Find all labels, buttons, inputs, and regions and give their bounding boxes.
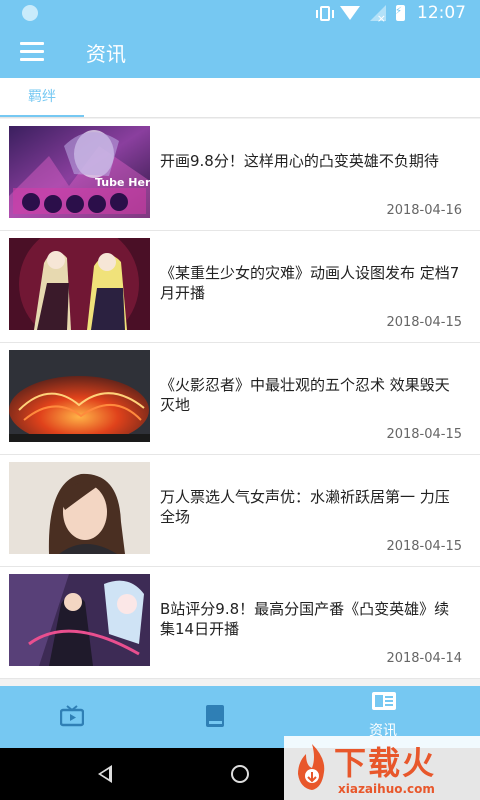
article-title: 《某重生少女的灾难》动画人设图发布 定档7月开播 <box>160 264 460 302</box>
tv-icon <box>60 705 84 727</box>
article-item[interactable]: 万人票选人气女声优：水濑祈跃居第一 力压全场 2018-04-15 <box>0 455 480 567</box>
nav-tv[interactable] <box>0 686 160 748</box>
article-thumbnail <box>9 350 150 442</box>
article-title: B站评分9.8！最高分国产番《凸变英雄》续集14日开播 <box>160 600 450 638</box>
article-date: 2018-04-16 <box>386 203 462 218</box>
status-bar: 12:07 <box>0 0 480 26</box>
article-list: Tube Hero 开画9.8分！这样用心的凸变英雄不负期待 2018-04-1… <box>0 119 480 686</box>
article-item[interactable]: Tube Hero 开画9.8分！这样用心的凸变英雄不负期待 2018-04-1… <box>0 119 480 231</box>
vibrate-icon <box>316 5 334 21</box>
news-icon <box>372 692 396 710</box>
status-time: 12:07 <box>417 3 466 23</box>
watermark-site: xiazaihuo.com <box>338 782 435 796</box>
article-title: 万人票选人气女声优：水濑祈跃居第一 力压全场 <box>160 488 450 526</box>
article-thumbnail: Tube Hero <box>9 126 150 218</box>
app-bar: 资讯 <box>0 26 480 78</box>
back-icon[interactable] <box>98 765 112 783</box>
battery-charging-icon <box>395 5 405 21</box>
cellular-signal-icon <box>370 5 386 25</box>
flame-logo-icon <box>298 744 325 790</box>
article-thumbnail <box>9 574 150 666</box>
article-item[interactable]: 《火影忍者》中最壮观的五个忍术 效果毁天灭地 2018-04-15 <box>0 343 480 455</box>
book-icon <box>206 705 224 727</box>
article-title: 开画9.8分！这样用心的凸变英雄不负期待 <box>160 152 439 170</box>
wifi-icon <box>340 6 360 20</box>
nav-book[interactable] <box>137 686 297 748</box>
article-date: 2018-04-14 <box>386 651 462 666</box>
page-title: 资讯 <box>86 42 126 66</box>
article-item[interactable]: B站评分9.8！最高分国产番《凸变英雄》续集14日开播 2018-04-14 <box>0 567 480 679</box>
watermark-text: 下载火 <box>334 744 437 782</box>
article-date: 2018-04-15 <box>386 427 462 442</box>
home-icon[interactable] <box>231 765 249 783</box>
article-thumbnail <box>9 238 150 330</box>
tab-label: 羁绊 <box>28 89 56 105</box>
tab-indicator <box>0 115 84 117</box>
app-screen: 12:07 资讯 羁绊 <box>0 0 480 800</box>
tab-jiban[interactable]: 羁绊 <box>0 78 84 118</box>
watermark: 下载火 xiazaihuo.com <box>284 736 480 800</box>
thumbnail-logo-text: Tube Hero <box>95 176 150 189</box>
notification-dot-icon <box>22 5 38 21</box>
article-item[interactable]: 《某重生少女的灾难》动画人设图发布 定档7月开播 2018-04-15 <box>0 231 480 343</box>
article-title: 《火影忍者》中最壮观的五个忍术 效果毁天灭地 <box>160 376 450 414</box>
article-thumbnail <box>9 462 150 554</box>
article-date: 2018-04-15 <box>386 315 462 330</box>
article-date: 2018-04-15 <box>386 539 462 554</box>
tab-bar: 羁绊 <box>0 78 480 118</box>
hamburger-menu-icon[interactable] <box>20 42 44 62</box>
system-icons: 12:07 <box>316 3 466 25</box>
